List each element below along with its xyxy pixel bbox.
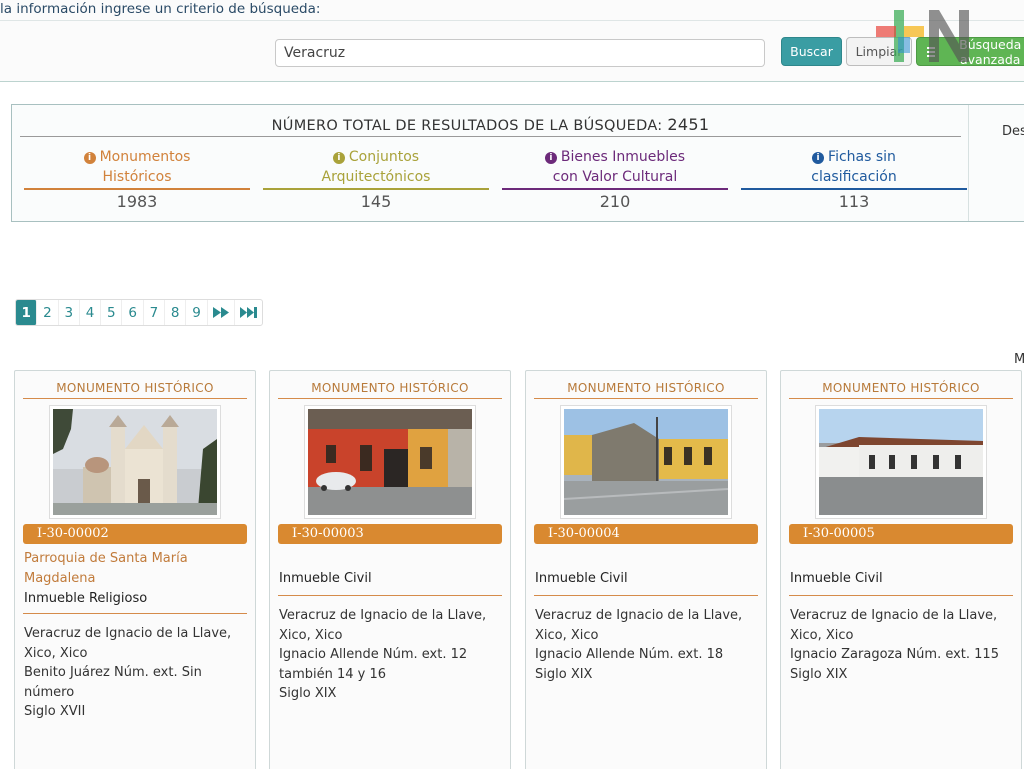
card-id-badge: I-30-00003: [278, 524, 502, 544]
card-id-badge: I-30-00004: [534, 524, 758, 544]
page-4[interactable]: 4: [80, 300, 102, 325]
card-type: MONUMENTO HISTÓRICO: [567, 381, 725, 395]
card-photo[interactable]: [815, 405, 987, 519]
search-divider: [0, 20, 1024, 21]
category-label: Fichas sin: [828, 149, 896, 165]
pagination: 1 2 3 4 5 6 7 8 9: [15, 299, 263, 326]
category-count: 145: [360, 192, 392, 211]
results-summary: NÚMERO TOTAL DE RESULTADOS DE LA BÚSQUED…: [11, 104, 1024, 222]
street-photo: [308, 409, 472, 515]
card-id-badge: I-30-00002: [23, 524, 247, 544]
page-8[interactable]: 8: [165, 300, 187, 325]
category-count: 113: [838, 192, 870, 211]
category-label: Arquitectónicos: [321, 169, 431, 185]
card-century: Siglo XVII: [24, 704, 86, 719]
card-location: Veracruz de Ignacio de la Llave, Xico, X…: [535, 608, 743, 643]
total-results-count: 2451: [667, 115, 710, 134]
page-1[interactable]: 1: [16, 300, 38, 325]
result-card[interactable]: MONUMENTO HISTÓRICO I-30-00005 Inmueble …: [780, 370, 1022, 769]
card-address: Ignacio Allende Núm. ext. 18: [535, 647, 724, 662]
info-icon: i: [332, 152, 345, 164]
result-card[interactable]: MONUMENTO HISTÓRICO I-30-00003 Inmueble …: [269, 370, 511, 769]
search-prompt: la información ingrese un criterio de bú…: [0, 1, 321, 17]
category-monumentos[interactable]: i Monumentos Históricos 1983: [24, 147, 250, 211]
card-address: Ignacio Allende Núm. ext. 12 también 14 …: [279, 647, 468, 682]
card-location: Veracruz de Ignacio de la Llave, Xico, X…: [790, 608, 998, 643]
corner-photo: [564, 409, 728, 515]
watermark-logo: [876, 10, 969, 62]
fast-forward-icon: [212, 307, 229, 318]
white-house-photo: [819, 409, 983, 515]
page-5[interactable]: 5: [101, 300, 123, 325]
card-location: Veracruz de Ignacio de la Llave, Xico, X…: [24, 626, 232, 661]
category-label: Monumentos: [99, 149, 191, 165]
category-label: Conjuntos: [348, 149, 420, 165]
card-address: Benito Juárez Núm. ext. Sin número: [24, 665, 202, 700]
page-2[interactable]: 2: [37, 300, 59, 325]
page-3[interactable]: 3: [59, 300, 80, 325]
card-title[interactable]: Parroquia de Santa María Magdalena: [24, 549, 248, 589]
card-photo[interactable]: [560, 405, 732, 519]
search-panel: la información ingrese un criterio de bú…: [0, 0, 1024, 82]
page-9[interactable]: 9: [186, 300, 208, 325]
card-location: Veracruz de Ignacio de la Llave, Xico, X…: [279, 608, 487, 643]
info-icon: i: [83, 152, 96, 164]
info-icon: i: [544, 152, 557, 164]
card-century: Siglo XIX: [535, 666, 593, 682]
side-letter: M: [1014, 352, 1024, 367]
page-7[interactable]: 7: [144, 300, 166, 325]
total-divider: [20, 136, 961, 137]
last-page-button[interactable]: [235, 300, 262, 325]
summary-side-text: Des: [1002, 124, 1024, 139]
card-id-badge: I-30-00005: [789, 524, 1013, 544]
card-kind: Inmueble Civil: [790, 571, 883, 586]
total-results: NÚMERO TOTAL DE RESULTADOS DE LA BÚSQUED…: [20, 115, 961, 134]
result-card[interactable]: MONUMENTO HISTÓRICO I-30-00004 Inmueble …: [525, 370, 767, 769]
skip-to-end-icon: [239, 307, 257, 318]
page-6[interactable]: 6: [122, 300, 144, 325]
card-kind: Inmueble Religioso: [24, 591, 148, 606]
category-label: Históricos: [102, 169, 172, 185]
card-kind: Inmueble Civil: [535, 571, 628, 586]
card-photo[interactable]: [49, 405, 221, 519]
card-century: Siglo XIX: [790, 666, 848, 682]
category-count: 1983: [116, 192, 158, 211]
card-century: Siglo XIX: [279, 686, 337, 701]
church-photo: [53, 409, 217, 515]
card-type: MONUMENTO HISTÓRICO: [822, 381, 980, 395]
next-pages-button[interactable]: [208, 300, 235, 325]
category-label: con Valor Cultural: [552, 169, 678, 185]
category-label: clasificación: [811, 169, 897, 185]
category-conjuntos[interactable]: i Conjuntos Arquitectónicos 145: [263, 147, 489, 211]
result-card[interactable]: MONUMENTO HISTÓRICO I-30-00002 Parroquia…: [14, 370, 256, 769]
summary-divider: [968, 105, 969, 221]
category-fichas[interactable]: i Fichas sin clasificación 113: [741, 147, 967, 211]
card-type: MONUMENTO HISTÓRICO: [311, 381, 469, 395]
category-count: 210: [599, 192, 631, 211]
category-bienes-inmuebles[interactable]: i Bienes Inmuebles con Valor Cultural 210: [502, 147, 728, 211]
info-icon: i: [812, 152, 825, 164]
card-address: Ignacio Zaragoza Núm. ext. 115: [790, 647, 999, 662]
buscar-button[interactable]: Buscar: [781, 37, 842, 66]
search-input[interactable]: [275, 39, 765, 67]
card-type: MONUMENTO HISTÓRICO: [56, 381, 214, 395]
card-photo[interactable]: [304, 405, 476, 519]
card-kind: Inmueble Civil: [279, 571, 372, 586]
category-label: Bienes Inmuebles: [560, 149, 686, 165]
total-results-label: NÚMERO TOTAL DE RESULTADOS DE LA BÚSQUED…: [271, 118, 663, 134]
